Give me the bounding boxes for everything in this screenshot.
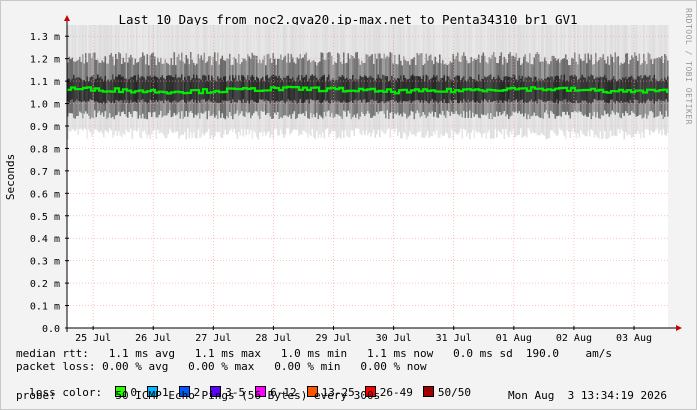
y-tick-label: 0.9 m bbox=[30, 122, 60, 133]
y-axis-arrow bbox=[64, 15, 70, 21]
y-tick-label: 0.4 m bbox=[30, 234, 60, 245]
x-tick-label: 26 Jul bbox=[135, 333, 171, 344]
y-tick-label: 0.5 m bbox=[30, 212, 60, 223]
x-tick-label: 02 Aug bbox=[556, 333, 592, 344]
rtt-distribution-band bbox=[67, 25, 669, 140]
probe-info: probe: 50 ICMP Echo Pings (56 Bytes) eve… bbox=[16, 389, 380, 402]
x-tick-label: 25 Jul bbox=[75, 333, 111, 344]
loss-legend-label: 50/50 bbox=[437, 386, 471, 399]
x-tick-label: 27 Jul bbox=[195, 333, 231, 344]
x-tick-label: 03 Aug bbox=[616, 333, 652, 344]
x-axis-arrow bbox=[676, 325, 682, 331]
probe-timestamp: Mon Aug 3 13:34:19 2026 bbox=[508, 389, 667, 402]
y-tick-label: 0.7 m bbox=[30, 167, 60, 178]
y-tick-label: 0.0 bbox=[42, 324, 60, 335]
y-tick-label: 1.1 m bbox=[30, 77, 60, 88]
x-tick-label: 28 Jul bbox=[255, 333, 291, 344]
y-tick-label: 1.3 m bbox=[30, 32, 60, 43]
x-tick-label: 01 Aug bbox=[496, 333, 532, 344]
median-rtt-stats: median rtt: 1.1 ms avg 1.1 ms max 1.0 ms… bbox=[16, 347, 613, 360]
y-tick-label: 0.2 m bbox=[30, 279, 60, 290]
x-tick-label: 31 Jul bbox=[436, 333, 472, 344]
y-tick-label: 0.6 m bbox=[30, 189, 60, 200]
y-axis-label: Seconds bbox=[4, 154, 17, 200]
rrdtool-credit: RRDTOOL / TOBI OETIKER bbox=[684, 8, 693, 125]
loss-color-swatch bbox=[422, 386, 434, 397]
loss-legend-item: 50/50 bbox=[422, 386, 471, 399]
y-tick-label: 0.8 m bbox=[30, 144, 60, 155]
x-tick-label: 29 Jul bbox=[315, 333, 351, 344]
rtt-chart: Last 10 Days from noc2.gva20.ip-max.net … bbox=[4, 12, 682, 344]
y-tick-label: 1.2 m bbox=[30, 55, 60, 66]
y-tick-labels: 0.0 0.1 m 0.2 m 0.3 m 0.4 m 0.5 m 0.6 m 0.7 m 0.… bbox=[30, 32, 69, 335]
y-tick-label: 1.0 m bbox=[30, 100, 60, 111]
y-tick-label: 0.3 m bbox=[30, 257, 60, 268]
y-tick-label: 0.1 m bbox=[30, 302, 60, 313]
probe-description: 50 ICMP Echo Pings (56 Bytes) every 300s bbox=[115, 389, 381, 402]
loss-legend-label: 26-49 bbox=[379, 386, 413, 399]
x-tick-labels: 25 Jul 26 Jul 27 Jul 28 Jul 29 Jul 30 Jul 31 J… bbox=[75, 326, 652, 344]
loss-color-legend: loss color: 0 1 2 3-5 6-12 13-25 26-49 50/50 bbox=[16, 373, 481, 399]
packet-loss-stats: packet loss: 0.00 % avg 0.00 % max 0.00 … bbox=[16, 360, 427, 373]
chart-title: Last 10 Days from noc2.gva20.ip-max.net … bbox=[118, 12, 577, 27]
x-tick-label: 30 Jul bbox=[376, 333, 412, 344]
probe-label: probe: bbox=[16, 389, 56, 402]
